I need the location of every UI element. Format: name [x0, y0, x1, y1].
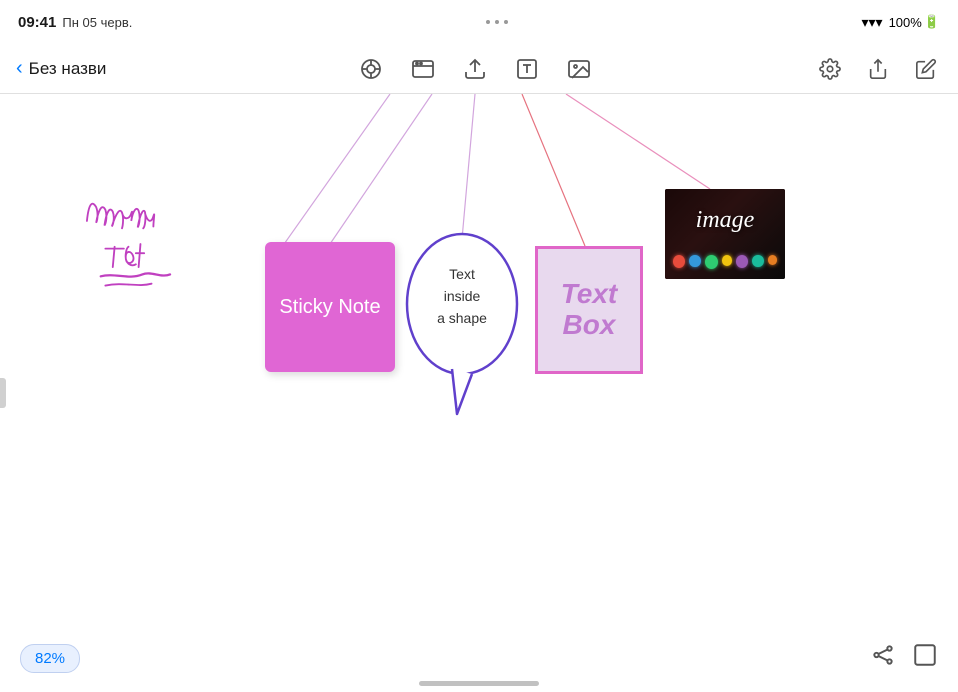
settings-icon[interactable]	[814, 53, 846, 85]
status-right: ▾▾▾ 100% 🔋	[861, 14, 940, 31]
dot-1	[486, 20, 490, 24]
edit-icon[interactable]	[910, 53, 942, 85]
status-left: 09:41 Пн 05 черв.	[18, 14, 132, 31]
dot-2	[495, 20, 499, 24]
speech-bubble-svg: Text inside a shape	[402, 229, 522, 429]
sidebar-handle[interactable]	[0, 378, 6, 408]
svg-text:inside: inside	[444, 288, 481, 304]
upload-tool-icon[interactable]	[459, 53, 491, 85]
graph-icon[interactable]	[870, 642, 896, 674]
status-center	[486, 20, 508, 24]
share-icon[interactable]	[862, 53, 894, 85]
text-tool-icon[interactable]	[511, 53, 543, 85]
handwritten-svg	[70, 184, 270, 304]
page-icon[interactable]	[912, 642, 938, 674]
toolbar-left: ‹ Без назви	[16, 57, 136, 80]
home-indicator	[419, 681, 539, 686]
svg-text:a shape: a shape	[437, 310, 487, 326]
sticky-note[interactable]: Sticky Note	[265, 242, 395, 372]
zoom-badge[interactable]: 82%	[20, 644, 80, 673]
text-box-label: Text Box	[538, 279, 640, 341]
status-date: Пн 05 черв.	[62, 15, 132, 30]
handwritten-text-container	[70, 184, 270, 304]
back-button[interactable]: ‹	[16, 57, 23, 80]
toolbar-center	[136, 53, 814, 85]
dot-3	[504, 20, 508, 24]
battery-icon: 100% 🔋	[889, 14, 940, 30]
speech-bubble-container[interactable]: Text inside a shape	[402, 229, 522, 429]
toolbar-right	[814, 53, 942, 85]
svg-text:Text: Text	[449, 266, 475, 282]
doc-title[interactable]: Без назви	[29, 59, 107, 79]
browser-tool-icon[interactable]	[407, 53, 439, 85]
image-tool-icon[interactable]	[563, 53, 595, 85]
toolbar: ‹ Без назви	[0, 44, 958, 94]
status-bar: 09:41 Пн 05 черв. ▾▾▾ 100% 🔋	[0, 0, 958, 44]
status-time: 09:41	[18, 14, 56, 31]
image-placeholder[interactable]: image	[665, 189, 785, 279]
text-box[interactable]: Text Box	[535, 246, 643, 374]
canvas[interactable]: Sticky Note Text inside a shape Text Box	[0, 94, 958, 692]
wifi-icon: ▾▾▾	[861, 14, 882, 31]
image-text-overlay: image	[696, 207, 755, 234]
image-inner: image	[665, 189, 785, 279]
bottom-right-icons	[870, 642, 938, 674]
sticky-note-label: Sticky Note	[279, 296, 380, 319]
pen-tool-icon[interactable]	[355, 53, 387, 85]
